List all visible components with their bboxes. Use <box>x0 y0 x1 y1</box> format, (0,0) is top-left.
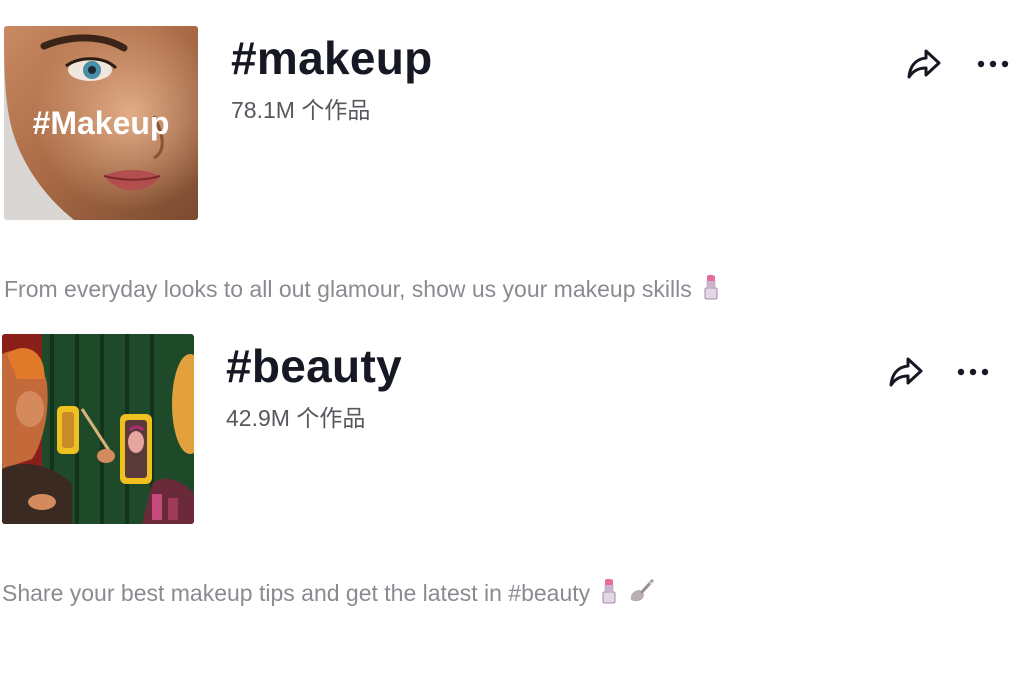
lipstick-emoji-icon <box>702 274 720 307</box>
share-icon <box>907 49 941 79</box>
more-icon <box>977 60 1009 68</box>
video-count: 42.9M 个作品 <box>226 405 366 431</box>
makeup-face-image: #Makeup <box>4 26 198 220</box>
hashtag-card-makeup: #Makeup #makeup 78.1M 个作品 From everyday … <box>0 0 1020 310</box>
beauty-scene-image <box>2 334 194 524</box>
share-button[interactable] <box>902 42 946 86</box>
hashtag-thumbnail-makeup[interactable]: #Makeup <box>4 26 198 220</box>
hashtag-description: From everyday looks to all out glamour, … <box>4 274 720 307</box>
description-text: From everyday looks to all out glamour, … <box>4 276 692 302</box>
share-icon <box>889 357 923 387</box>
hashtag-card-beauty: #beauty 42.9M 个作品 Share your best makeup… <box>0 320 1020 620</box>
more-button[interactable] <box>971 42 1015 86</box>
thumbnail-overlay-text: #Makeup <box>33 105 170 141</box>
description-text: Share your best makeup tips and get the … <box>2 580 591 606</box>
makeup-brush-emoji-icon <box>628 578 654 611</box>
video-count: 78.1M 个作品 <box>231 97 371 123</box>
hashtag-title[interactable]: #beauty <box>226 340 402 392</box>
hashtag-title[interactable]: #makeup <box>231 32 433 84</box>
lipstick-emoji-icon <box>600 578 618 611</box>
share-button[interactable] <box>884 350 928 394</box>
more-icon <box>957 368 989 376</box>
hashtag-thumbnail-beauty[interactable] <box>2 334 194 524</box>
hashtag-description: Share your best makeup tips and get the … <box>2 578 654 611</box>
more-button[interactable] <box>951 350 995 394</box>
